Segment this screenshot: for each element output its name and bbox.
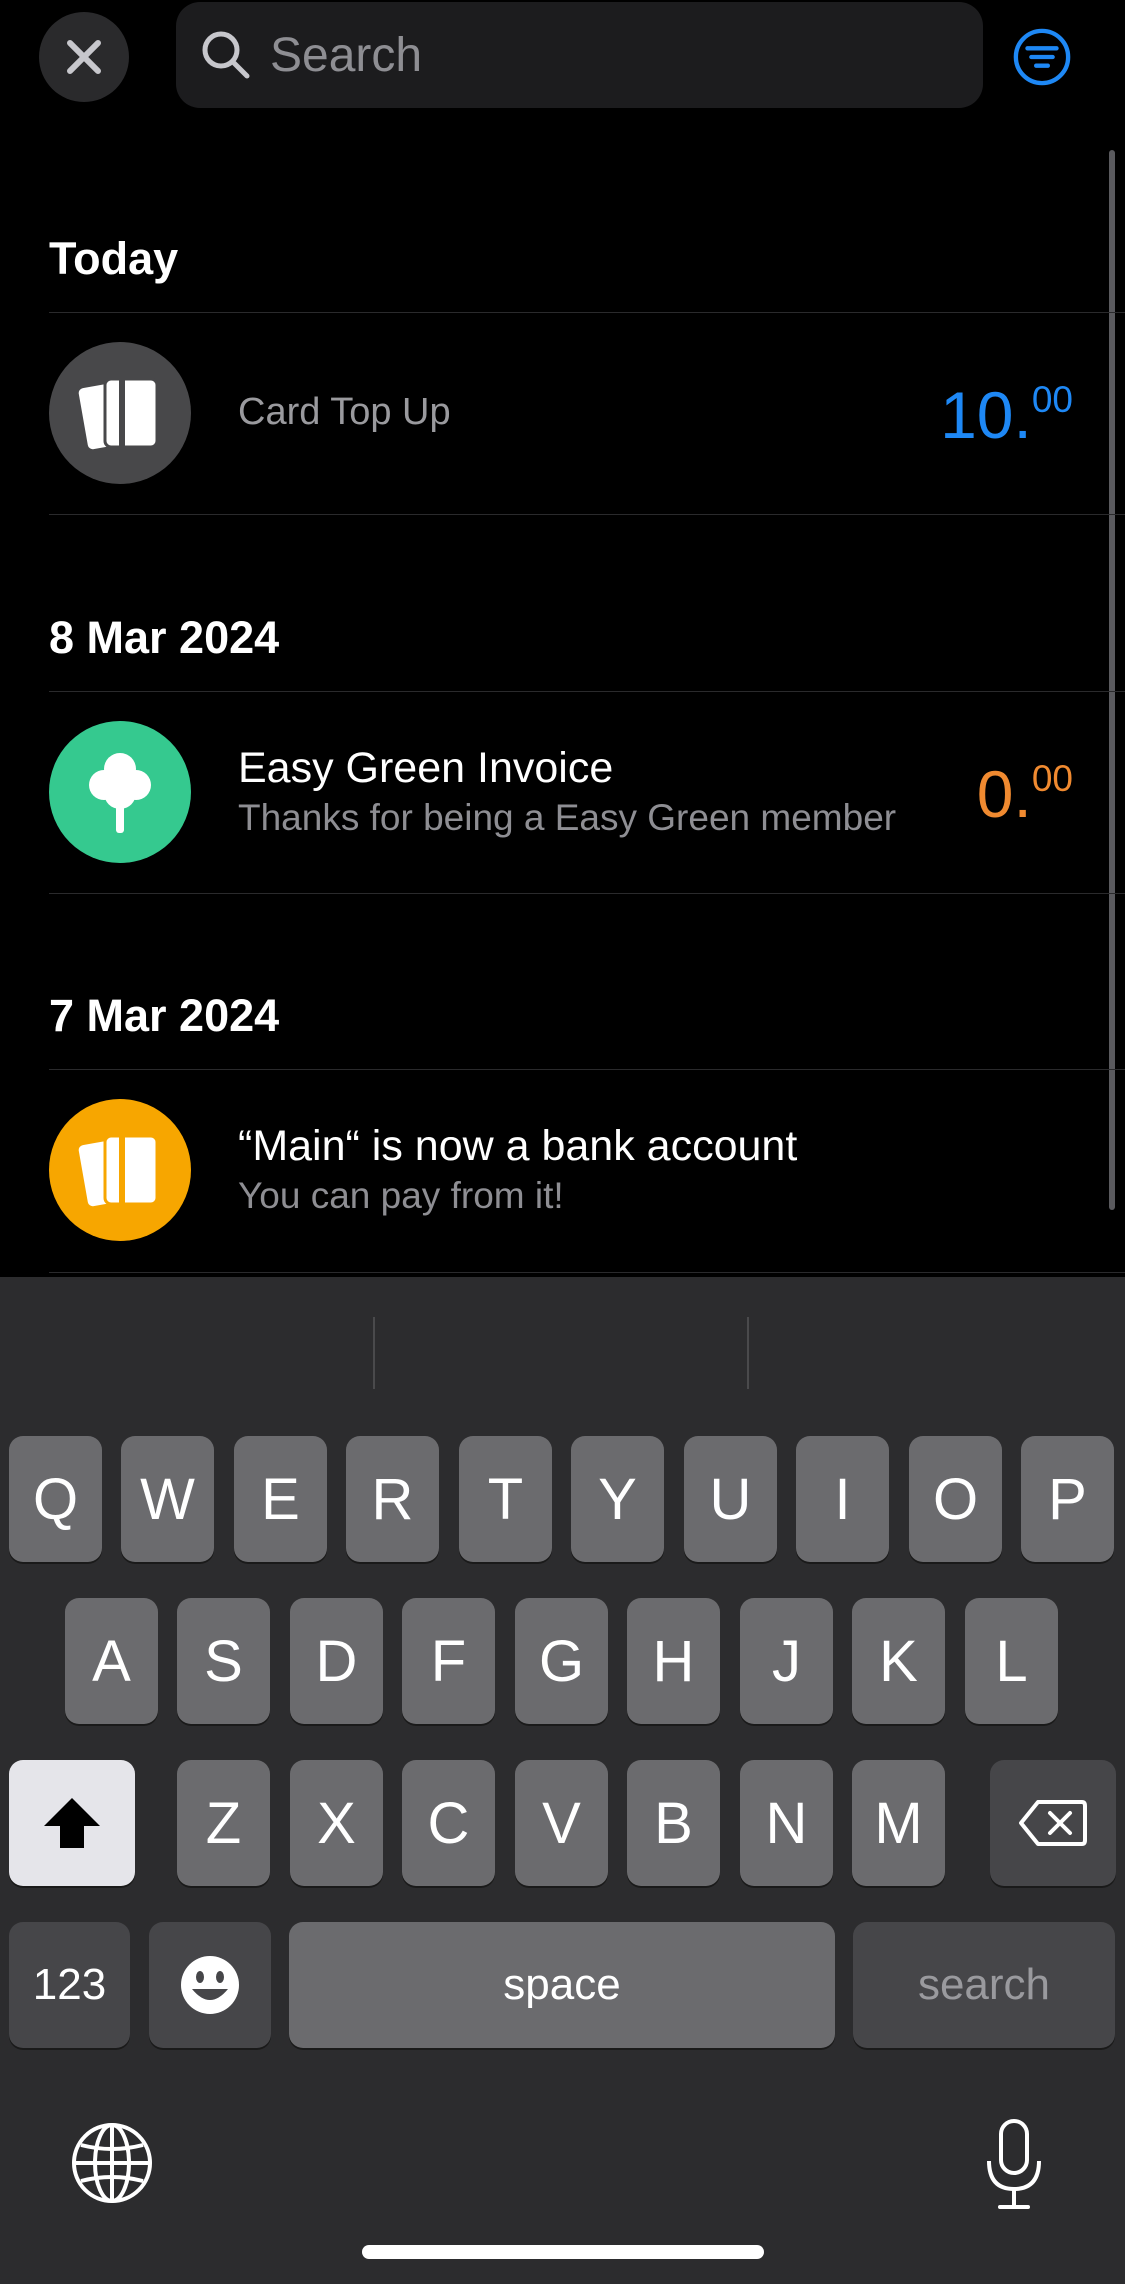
transaction-title: Card Top Up [238, 391, 451, 433]
filter-icon [1013, 28, 1071, 86]
backspace-icon [1019, 1800, 1087, 1846]
key-k[interactable]: K [852, 1598, 945, 1724]
key-z[interactable]: Z [177, 1760, 270, 1886]
amount-integer: 10. [940, 378, 1032, 452]
section-header-today: Today [49, 233, 179, 284]
space-key[interactable]: space [289, 1922, 835, 2048]
key-q[interactable]: Q [9, 1436, 102, 1562]
key-m[interactable]: M [852, 1760, 945, 1886]
key-g[interactable]: G [515, 1598, 608, 1724]
numbers-key[interactable]: 123 [9, 1922, 130, 2048]
key-x[interactable]: X [290, 1760, 383, 1886]
close-icon [67, 40, 101, 74]
keyboard: Q W E R T Y U I O P A S D F G H J K L Z … [0, 1277, 1125, 2284]
key-i[interactable]: I [796, 1436, 889, 1562]
search-key[interactable]: search [853, 1922, 1115, 2048]
microphone-icon [987, 2119, 1041, 2209]
globe-icon [72, 2123, 152, 2203]
key-a[interactable]: A [65, 1598, 158, 1724]
dictation-button[interactable] [984, 2117, 1044, 2213]
key-j[interactable]: J [740, 1598, 833, 1724]
key-o[interactable]: O [909, 1436, 1002, 1562]
transaction-subtitle: You can pay from it! [238, 1175, 564, 1216]
divider [49, 514, 1125, 515]
key-e[interactable]: E [234, 1436, 327, 1562]
close-button[interactable] [39, 12, 129, 102]
home-indicator[interactable] [362, 2245, 764, 2259]
top-bar [0, 0, 1125, 120]
suggestion-divider [747, 1317, 749, 1389]
transaction-list: Today Card Top Up 10.00 8 Mar 2024 Easy … [0, 120, 1125, 1275]
card-icon [78, 377, 159, 450]
emoji-key[interactable] [149, 1922, 271, 2048]
divider [49, 893, 1125, 894]
transaction-row-easy-green[interactable]: Easy Green Invoice Thanks for being a Ea… [0, 692, 1125, 892]
amount-decimal: 00 [1031, 379, 1073, 420]
divider [49, 1272, 1125, 1273]
key-f[interactable]: F [402, 1598, 495, 1724]
transaction-subtitle: Thanks for being a Easy Green member [238, 797, 897, 838]
emoji-icon [181, 1956, 239, 2014]
card-avatar [49, 1099, 191, 1241]
transaction-title: “Main“ is now a bank account [238, 1122, 798, 1170]
card-avatar [49, 342, 191, 484]
amount-integer: 0. [976, 757, 1032, 831]
key-y[interactable]: Y [571, 1436, 664, 1562]
key-w[interactable]: W [121, 1436, 214, 1562]
transaction-amount: 10.00 [940, 377, 1073, 453]
key-t[interactable]: T [459, 1436, 552, 1562]
key-u[interactable]: U [684, 1436, 777, 1562]
transaction-row-card-top-up[interactable]: Card Top Up 10.00 [0, 313, 1125, 513]
globe-button[interactable] [68, 2119, 156, 2207]
card-icon [78, 1134, 159, 1207]
delete-key[interactable] [990, 1760, 1116, 1886]
suggestion-divider [373, 1317, 375, 1389]
key-s[interactable]: S [177, 1598, 270, 1724]
search-field[interactable] [176, 2, 983, 108]
transaction-amount: 0.00 [977, 756, 1073, 832]
key-h[interactable]: H [627, 1598, 720, 1724]
key-b[interactable]: B [627, 1760, 720, 1886]
transaction-title: Easy Green Invoice [238, 744, 614, 792]
key-d[interactable]: D [290, 1598, 383, 1724]
search-icon [202, 31, 250, 79]
amount-decimal: 00 [1031, 758, 1073, 799]
filter-button[interactable] [1012, 27, 1072, 87]
tree-icon [89, 753, 151, 833]
shift-icon [44, 1798, 100, 1848]
key-c[interactable]: C [402, 1760, 495, 1886]
tree-avatar [49, 721, 191, 863]
key-n[interactable]: N [740, 1760, 833, 1886]
shift-key[interactable] [9, 1760, 135, 1886]
transaction-row-main-account[interactable]: “Main“ is now a bank account You can pay… [0, 1070, 1125, 1270]
search-input[interactable] [270, 27, 950, 83]
key-r[interactable]: R [346, 1436, 439, 1562]
key-v[interactable]: V [515, 1760, 608, 1886]
key-l[interactable]: L [965, 1598, 1058, 1724]
section-header-8-mar: 8 Mar 2024 [49, 612, 280, 663]
key-p[interactable]: P [1021, 1436, 1114, 1562]
section-header-7-mar: 7 Mar 2024 [49, 990, 280, 1041]
